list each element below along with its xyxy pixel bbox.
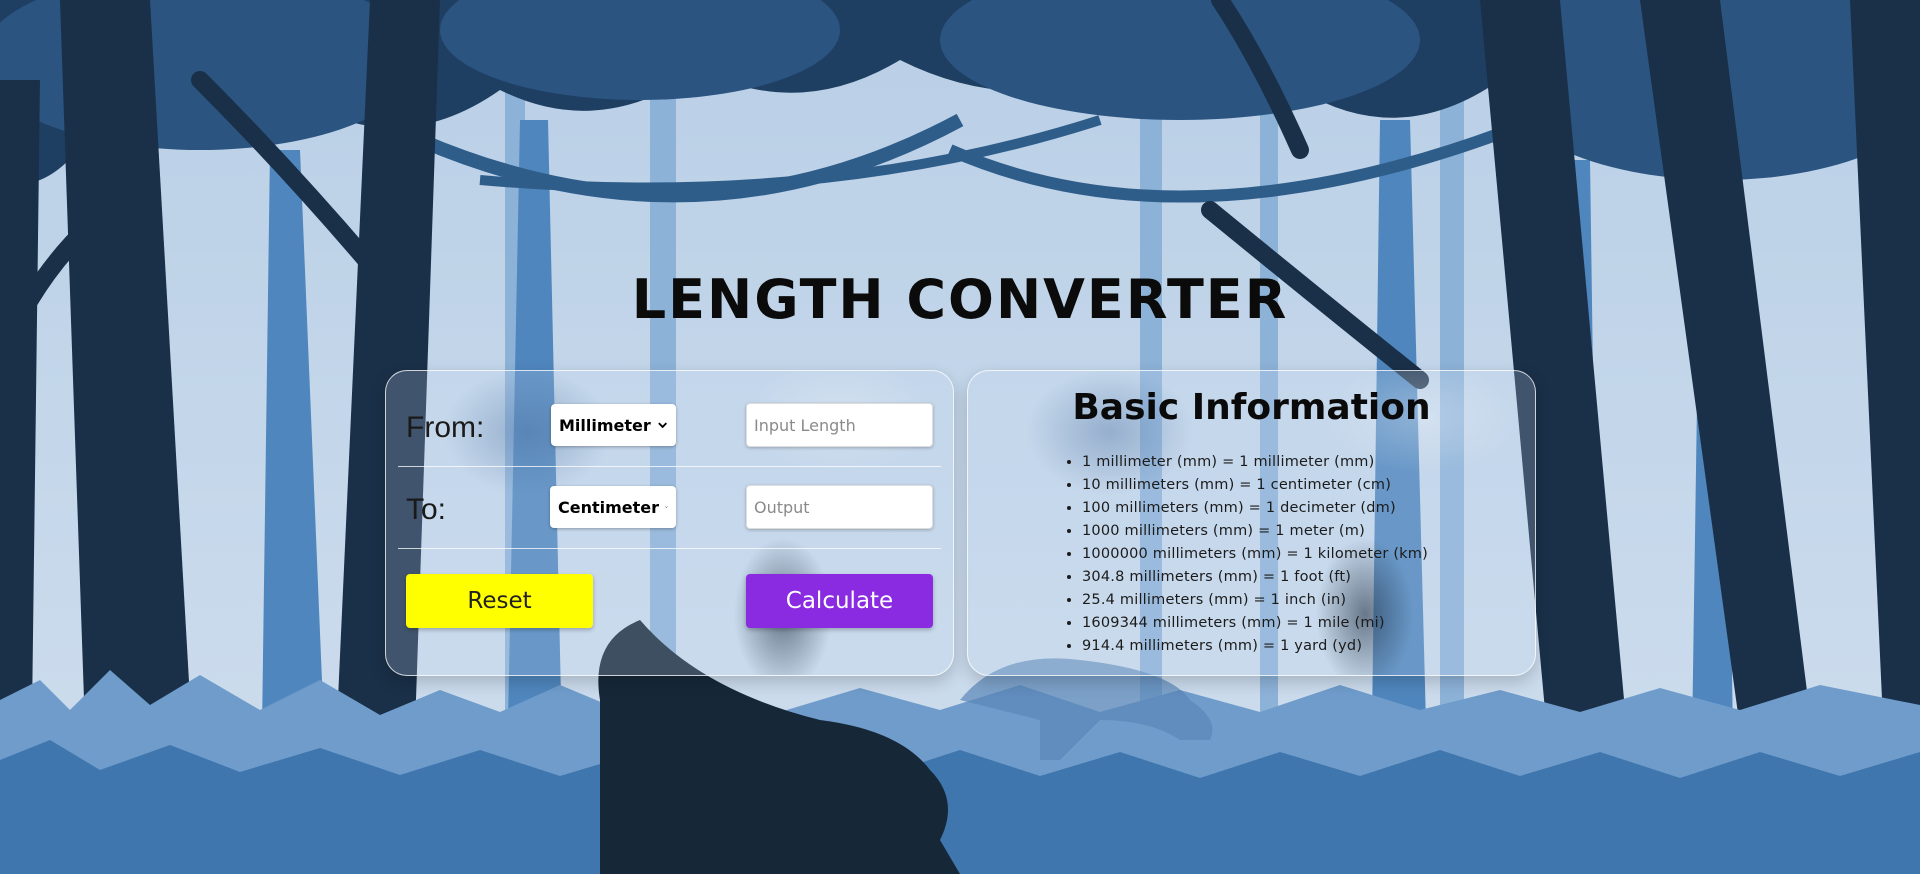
conversion-list: 1 millimeter (mm) = 1 millimeter (mm) 10…: [1064, 451, 1428, 658]
to-label: To:: [406, 493, 447, 526]
calculate-button-label: Calculate: [785, 588, 894, 614]
list-item: 1000000 millimeters (mm) = 1 kilometer (…: [1082, 543, 1428, 566]
list-item: 1609344 millimeters (mm) = 1 mile (mi): [1082, 612, 1428, 635]
divider: [398, 548, 941, 549]
list-item: 914.4 millimeters (mm) = 1 yard (yd): [1082, 635, 1428, 658]
page-title: LENGTH CONVERTER: [631, 268, 1289, 331]
from-unit-value: Millimeter: [559, 415, 651, 435]
from-unit-select[interactable]: Millimeter: [551, 404, 676, 446]
input-length-field[interactable]: [746, 403, 933, 447]
from-label: From:: [406, 411, 485, 444]
divider: [398, 466, 941, 467]
list-item: 25.4 millimeters (mm) = 1 inch (in): [1082, 589, 1428, 612]
list-item: 1000 millimeters (mm) = 1 meter (m): [1082, 520, 1428, 543]
forest-background: [0, 0, 1920, 874]
chevron-down-icon: [657, 422, 667, 429]
list-item: 1 millimeter (mm) = 1 millimeter (mm): [1082, 451, 1428, 474]
list-item: 304.8 millimeters (mm) = 1 foot (ft): [1082, 566, 1428, 589]
reset-button-label: Reset: [467, 588, 532, 614]
calculate-button[interactable]: Calculate: [746, 574, 933, 628]
to-unit-select[interactable]: Centimeter: [550, 486, 676, 528]
basic-information-card: Basic Information 1 millimeter (mm) = 1 …: [967, 370, 1536, 676]
converter-card: From: Millimeter To: Centimeter Reset Ca…: [385, 370, 954, 676]
to-unit-value: Centimeter: [558, 497, 660, 517]
output-field[interactable]: [746, 485, 933, 529]
info-title: Basic Information: [1072, 387, 1431, 428]
list-item: 100 millimeters (mm) = 1 decimeter (dm): [1082, 497, 1428, 520]
reset-button[interactable]: Reset: [406, 574, 593, 628]
chevron-down-icon: [665, 506, 668, 508]
list-item: 10 millimeters (mm) = 1 centimeter (cm): [1082, 474, 1428, 497]
